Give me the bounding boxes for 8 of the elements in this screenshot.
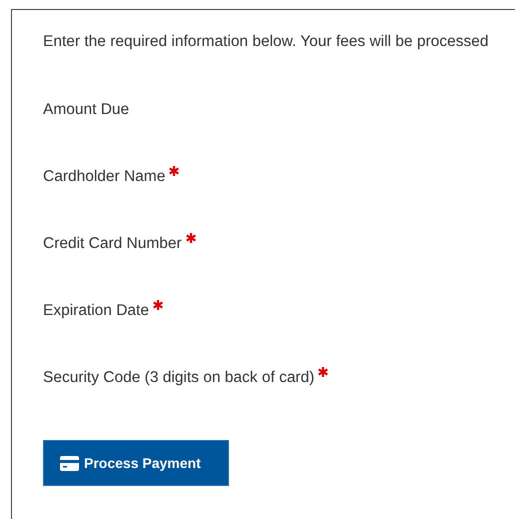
field-label: Credit Card Number — [43, 235, 182, 253]
field-label: Expiration Date — [43, 302, 149, 320]
field-label: Amount Due — [43, 101, 130, 119]
credit-card-icon — [60, 456, 79, 470]
instruction-text: Enter the required information below. Your fees will be processed — [43, 33, 488, 51]
field-label: Security Code (3 digits on back of card) — [43, 369, 314, 387]
process-payment-button[interactable]: Process Payment — [43, 440, 229, 486]
field-label: Cardholder Name — [43, 168, 166, 186]
